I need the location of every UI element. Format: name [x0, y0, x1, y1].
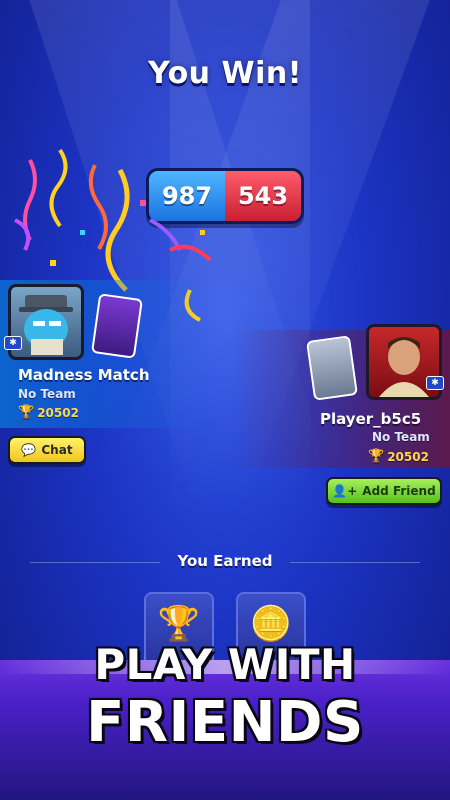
add-friend-button[interactable]: 👤+ Add Friend: [326, 477, 442, 505]
result-title: You Win!: [148, 56, 302, 91]
promo-line-2: FRIENDS: [86, 690, 364, 755]
lightning-coin-icon: 🪙: [249, 604, 293, 644]
player-left-team: No Team: [18, 387, 76, 401]
trophy-icon: 🏆: [157, 604, 201, 644]
promo-line-1: PLAY WITH: [94, 640, 356, 689]
player-right-team: No Team: [372, 430, 430, 444]
trophy-count: 20502: [37, 405, 79, 420]
player-right-name: Player_b5c5: [320, 410, 422, 428]
chat-button[interactable]: 💬 Chat: [8, 436, 86, 464]
player-right-trophies: 🏆 20502: [368, 449, 429, 464]
chat-button-label: Chat: [41, 443, 73, 457]
earned-label: You Earned: [177, 552, 273, 570]
trophy-icon: 🏆: [18, 405, 35, 420]
player-left-card: [91, 293, 143, 359]
trophy-icon: 🏆: [368, 449, 385, 464]
rank-badge-icon: ✱: [4, 336, 22, 350]
rank-badge-icon: ✱: [426, 376, 444, 390]
trophy-count: 20502: [387, 449, 429, 464]
add-friend-button-label: Add Friend: [362, 484, 436, 498]
add-friend-icon: 👤+: [332, 484, 358, 498]
player-left-name: Madness Match: [18, 366, 150, 384]
player-left-trophies: 🏆 20502: [18, 405, 79, 420]
player-right-card: [306, 335, 358, 401]
chat-bubble-icon: 💬: [21, 443, 37, 457]
